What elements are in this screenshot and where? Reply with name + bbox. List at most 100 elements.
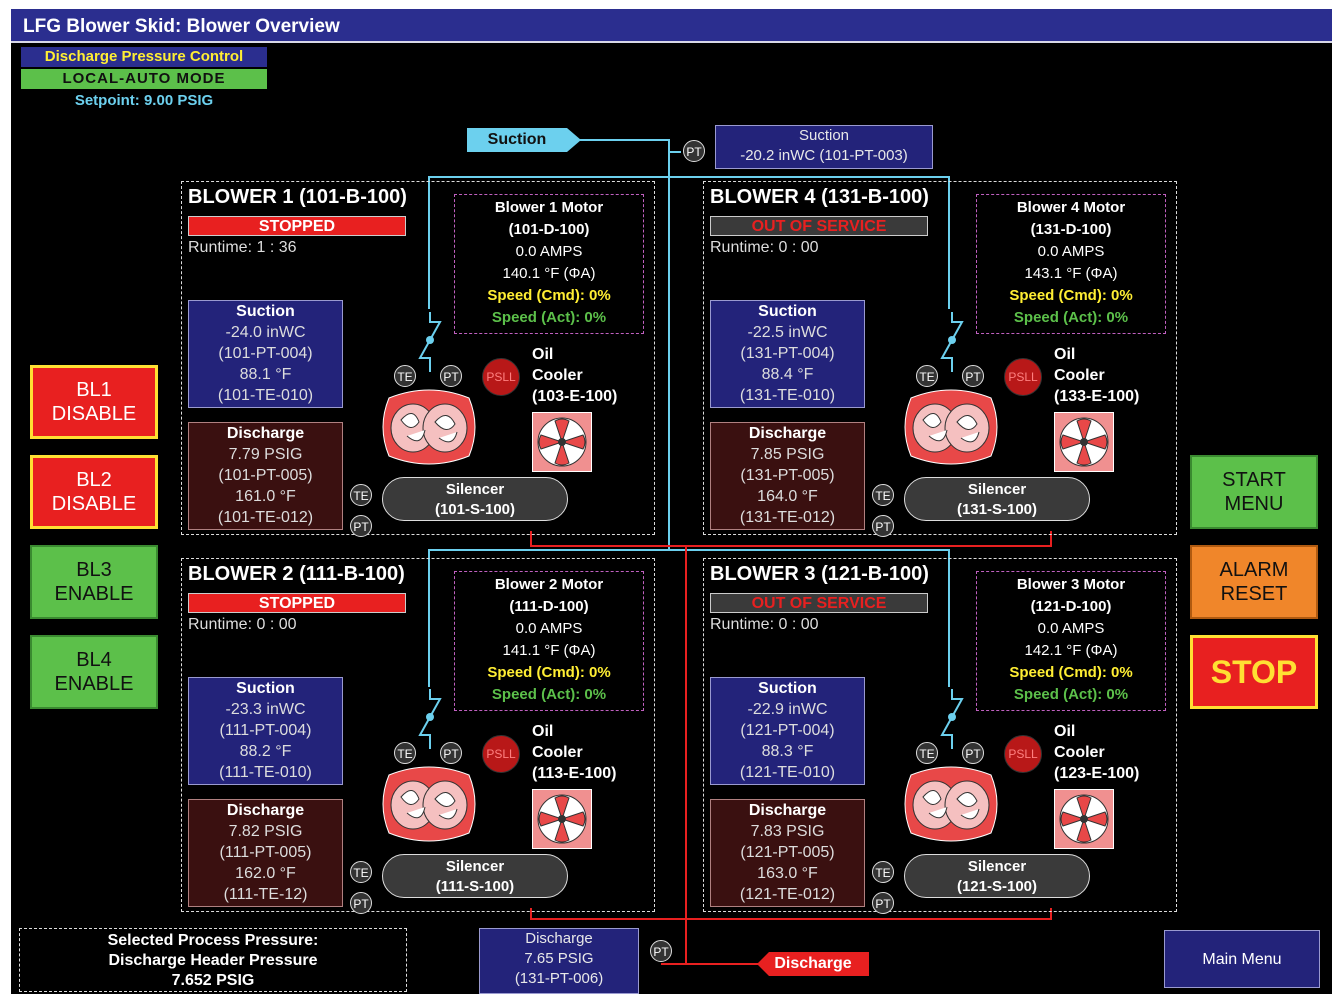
blower-title: BLOWER 4 (131-B-100) [710,186,929,208]
suction-box[interactable]: Suction -23.3 inWC (111-PT-004) 88.2 °F … [188,677,343,785]
silencer-label: Silencer [967,858,1027,875]
suction-box[interactable]: Suction -24.0 inWC (101-PT-004) 88.1 °F … [188,300,343,408]
fan-icon[interactable] [532,789,592,849]
stop-button[interactable]: STOP [1190,635,1318,709]
check-valve-icon [940,312,964,372]
header-discharge-pt-icon[interactable]: PT [650,940,672,962]
psll-icon[interactable]: PSLL [482,735,520,773]
discharge-te-icon[interactable]: TE [872,484,894,506]
bl3-action: ENABLE [54,583,134,605]
silencer[interactable]: Silencer (111-S-100) [382,854,568,898]
check-valve-icon [418,312,442,372]
discharge-te-icon[interactable]: TE [350,861,372,883]
suction-box[interactable]: Suction -22.9 inWC (121-PT-004) 88.3 °F … [710,677,865,785]
suction-te-icon[interactable]: TE [916,365,938,387]
discharge-pt-icon[interactable]: PT [872,892,894,914]
suction-title: Suction [758,680,817,697]
silencer[interactable]: Silencer (101-S-100) [382,477,568,521]
blower-icon[interactable] [899,388,1003,466]
suction-te-icon[interactable]: TE [394,365,416,387]
suction-box[interactable]: Suction -22.5 inWC (131-PT-004) 88.4 °F … [710,300,865,408]
selected-pressure-line2: Discharge Header Pressure [108,952,318,969]
fan-icon[interactable] [532,412,592,472]
discharge-pt-id: (111-PT-005) [219,844,312,861]
discharge-box[interactable]: Discharge 7.82 PSIG (111-PT-005) 162.0 °… [188,799,343,907]
silencer[interactable]: Silencer (121-S-100) [904,854,1090,898]
blower-runtime: Runtime: 0 : 00 [188,616,297,633]
discharge-pt-icon[interactable]: PT [350,892,372,914]
bl2-disable-button[interactable]: BL2 DISABLE [30,455,158,529]
suction-temp: 88.4 °F [761,366,814,383]
cooler-label: Cooler [532,367,583,384]
header-suction-box[interactable]: Suction -20.2 inWC (101-PT-003) [715,125,933,169]
motor-temp: 141.1 °F (ΦA) [502,642,596,659]
motor-box[interactable]: Blower 2 Motor (111-D-100) 0.0 AMPS 141.… [454,571,644,711]
discharge-te-icon[interactable]: TE [350,484,372,506]
discharge-box[interactable]: Discharge 7.79 PSIG (101-PT-005) 161.0 °… [188,422,343,530]
silencer[interactable]: Silencer (131-S-100) [904,477,1090,521]
blower-runtime: Runtime: 0 : 00 [710,616,819,633]
suction-pt-id: (121-PT-004) [740,722,835,739]
suction-tag: Suction [467,128,581,152]
discharge-box[interactable]: Discharge 7.85 PSIG (131-PT-005) 164.0 °… [710,422,865,530]
menu-label: MENU [1224,493,1284,515]
blower-icon[interactable] [377,388,481,466]
discharge-tag-label: Discharge [774,955,852,972]
discharge-tag: Discharge [757,952,869,976]
suction-pt-icon[interactable]: PT [440,365,462,387]
discharge-te-icon[interactable]: TE [872,861,894,883]
suction-pt-icon[interactable]: PT [962,365,984,387]
oil-cooler-label: Oil Cooler (133-E-100) [1054,344,1139,407]
bl3-label: BL3 [76,559,112,581]
psll-icon[interactable]: PSLL [1004,358,1042,396]
fan-icon[interactable] [1054,789,1114,849]
discharge-pt-icon[interactable]: PT [872,515,894,537]
motor-box[interactable]: Blower 3 Motor (121-D-100) 0.0 AMPS 142.… [976,571,1166,711]
motor-box[interactable]: Blower 4 Motor (131-D-100) 0.0 AMPS 143.… [976,194,1166,334]
suction-pt-icon[interactable]: PT [962,742,984,764]
oil-cooler-label: Oil Cooler (103-E-100) [532,344,617,407]
cooler-id: (123-E-100) [1054,765,1140,782]
blower-icon[interactable] [377,765,481,843]
alarm-reset-button[interactable]: ALARM RESET [1190,545,1318,619]
selected-process-pressure: Selected Process Pressure: Discharge Hea… [19,928,407,992]
motor-id: (131-D-100) [1030,221,1112,238]
bl4-enable-button[interactable]: BL4 ENABLE [30,635,158,709]
suction-pt-id: (111-PT-004) [219,722,312,739]
bl4-label: BL4 [76,649,112,671]
cooler-label: Cooler [532,744,583,761]
discharge-title: Discharge [226,425,305,442]
main-menu-button[interactable]: Main Menu [1164,930,1320,988]
blower-status-badge: STOPPED [188,216,406,236]
fan-icon[interactable] [1054,412,1114,472]
suction-te-icon[interactable]: TE [394,742,416,764]
blower-icon[interactable] [899,765,1003,843]
discharge-box[interactable]: Discharge 7.83 PSIG (121-PT-005) 163.0 °… [710,799,865,907]
cooler-id: (133-E-100) [1054,388,1140,405]
motor-box[interactable]: Blower 1 Motor (101-D-100) 0.0 AMPS 140.… [454,194,644,334]
discharge-pt-icon[interactable]: PT [350,515,372,537]
suction-te-icon[interactable]: TE [916,742,938,764]
header-suction-value: -20.2 inWC (101-PT-003) [740,147,908,164]
silencer-id: (121-S-100) [956,878,1038,895]
psll-icon[interactable]: PSLL [482,358,520,396]
suction-title: Suction [236,303,295,320]
discharge-value: 7.83 PSIG [750,823,825,840]
suction-pt-icon[interactable]: PT [440,742,462,764]
header-discharge-box[interactable]: Discharge 7.65 PSIG (131-PT-006) [479,928,639,994]
psll-icon[interactable]: PSLL [1004,735,1042,773]
discharge-value: 7.82 PSIG [228,823,303,840]
start-menu-button[interactable]: START MENU [1190,455,1318,529]
bl3-enable-button[interactable]: BL3 ENABLE [30,545,158,619]
oil-label: Oil [532,723,554,740]
suction-value: -22.5 inWC [747,324,828,341]
motor-speed-act: Speed (Act): 0% [491,309,607,326]
bl1-disable-button[interactable]: BL1 DISABLE [30,365,158,439]
silencer-label: Silencer [445,858,505,875]
blower-panel-2: BLOWER 4 (131-B-100) OUT OF SERVICE Runt… [703,181,1177,537]
suction-pt-id: (101-PT-004) [218,345,313,362]
motor-title: Blower 4 Motor [1016,199,1126,216]
discharge-title: Discharge [226,802,305,819]
header-suction-pt-icon[interactable]: PT [683,140,705,162]
blower-status-badge: OUT OF SERVICE [710,216,928,236]
